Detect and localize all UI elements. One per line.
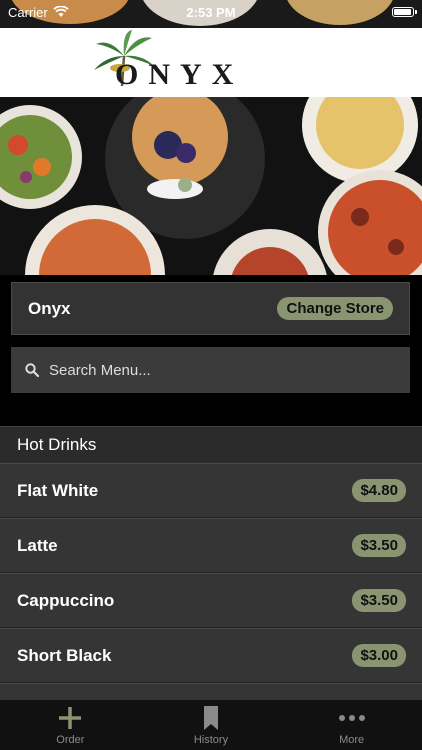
- change-store-button[interactable]: Change Store: [277, 297, 393, 320]
- store-name: Onyx: [28, 298, 71, 318]
- brand-logo-text: ONYX: [115, 58, 244, 91]
- menu-item-name: Flat White: [17, 480, 99, 500]
- tab-history[interactable]: History: [151, 705, 271, 746]
- tab-more[interactable]: More: [292, 705, 412, 746]
- hero-illustration: [0, 97, 422, 275]
- section-title: Hot Drinks: [17, 435, 97, 454]
- price-badge: $3.50: [352, 589, 406, 612]
- price-badge: $3.50: [352, 534, 406, 557]
- logo-banner: ONYX: [0, 28, 422, 97]
- battery-icon: [392, 7, 417, 17]
- plus-icon: [59, 706, 82, 729]
- menu-item-cappuccino[interactable]: Cappuccino $3.50: [0, 573, 422, 628]
- price-badge: $4.80: [352, 479, 406, 502]
- tab-more-label: More: [339, 733, 365, 746]
- menu-item-name: Cappuccino: [17, 590, 115, 610]
- tab-bar: Order History More: [0, 699, 422, 750]
- search-input[interactable]: [47, 360, 391, 380]
- menu-item-name: Short Black: [17, 645, 112, 665]
- ellipsis-icon: [338, 714, 365, 721]
- menu-item-name: Latte: [17, 535, 58, 555]
- carrier-label: Carrier: [8, 4, 48, 20]
- status-time: 2:53 PM: [186, 4, 236, 20]
- hero-food-image: [0, 97, 422, 275]
- bookmark-icon: [203, 705, 218, 730]
- menu-item-flat-white[interactable]: Flat White $4.80: [0, 463, 422, 518]
- menu-item-short-black[interactable]: Short Black $3.00: [0, 628, 422, 683]
- price-badge: $3.00: [352, 644, 406, 667]
- tab-history-label: History: [193, 733, 229, 746]
- menu-list: Flat White $4.80 Latte $3.50 Cappuccino …: [0, 463, 422, 703]
- search-icon: [25, 363, 39, 377]
- menu-item-latte[interactable]: Latte $3.50: [0, 518, 422, 573]
- store-card: Onyx Change Store: [11, 282, 410, 335]
- tab-order-label: Order: [56, 733, 85, 746]
- search-bar[interactable]: [11, 347, 410, 393]
- status-bar: Carrier 2:53 PM: [0, 0, 422, 24]
- tab-order[interactable]: Order: [10, 705, 130, 746]
- section-header: Hot Drinks: [0, 426, 422, 463]
- wifi-icon: [53, 6, 69, 17]
